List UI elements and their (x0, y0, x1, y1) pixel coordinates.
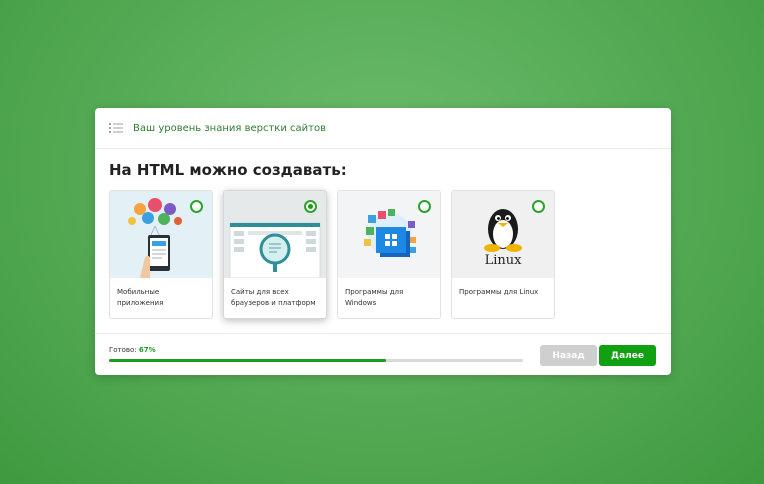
option-label: Сайты для всех браузеров и платформ (231, 288, 316, 307)
option-radio[interactable] (304, 200, 317, 213)
quiz-card: Ваш уровень знания верстки сайтов На HTM… (95, 108, 671, 375)
option-radio[interactable] (190, 200, 203, 213)
progress-value: 67% (138, 346, 156, 354)
back-button[interactable]: Назад (540, 345, 597, 366)
card-footer: Готово: 67% Назад Далее (95, 333, 671, 376)
linux-logo-text: Linux (484, 253, 522, 268)
option-windows[interactable]: Программы для Windows (337, 190, 441, 319)
answer-options: Мобильные приложения Сайты для всех брау… (109, 190, 555, 319)
option-label: Программы для Windows (345, 288, 404, 307)
option-linux[interactable]: Linux Программы для Linux (451, 190, 555, 319)
list-icon (109, 123, 123, 133)
progress-fill (109, 359, 387, 362)
question-text: На HTML можно создавать: (109, 161, 347, 179)
progress-label-text: Готово: (109, 346, 137, 354)
quiz-title: Ваш уровень знания верстки сайтов (133, 122, 326, 134)
progress-label: Готово: 67% (109, 346, 156, 354)
next-button[interactable]: Далее (599, 345, 656, 366)
option-radio[interactable] (418, 200, 431, 213)
option-label: Мобильные приложения (117, 288, 164, 307)
option-websites[interactable]: Сайты для всех браузеров и платформ (223, 190, 327, 319)
option-label: Программы для Linux (459, 288, 539, 296)
option-mobile-apps[interactable]: Мобильные приложения (109, 190, 213, 319)
card-header: Ваш уровень знания верстки сайтов (95, 108, 671, 149)
option-radio[interactable] (532, 200, 545, 213)
progress-bar (109, 359, 523, 362)
